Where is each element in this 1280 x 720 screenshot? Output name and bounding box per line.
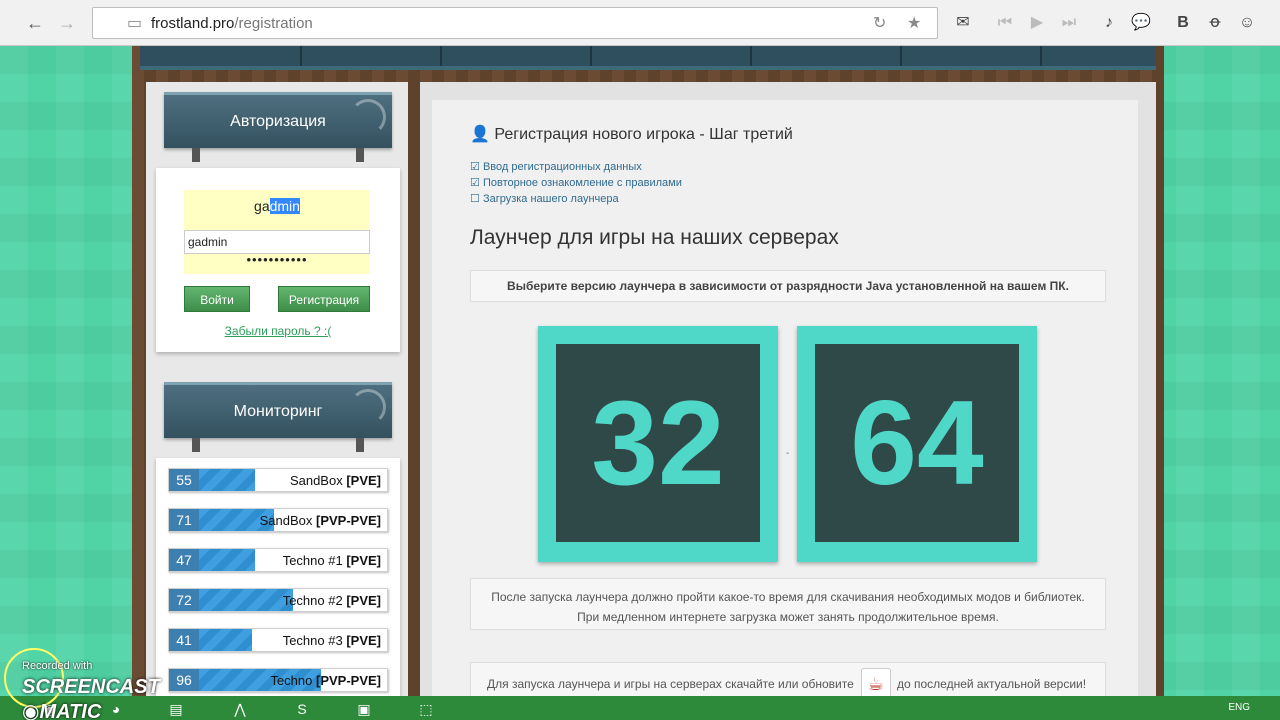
vk-icon[interactable]: B [1170, 10, 1196, 36]
back-arrow-icon[interactable]: ← [22, 10, 48, 36]
server-name: SandBox [PVP-PVE] [259, 513, 381, 528]
user-icon: 👤 [470, 126, 490, 143]
chat-icon[interactable]: 💬 [1128, 10, 1154, 36]
auth-header: Авторизация [164, 92, 392, 162]
address-url: frostland.pro/registration [151, 15, 313, 32]
login-panel: gadmin gadmin ••••••••••• Войти Регистра… [156, 168, 400, 352]
mail-icon[interactable]: ✉ [950, 10, 976, 36]
launcher-64-button[interactable]: 64 [797, 326, 1037, 562]
launcher-64-label: 64 [815, 344, 1019, 542]
checkbox-checked-icon: ☑ [470, 161, 480, 173]
monitoring-title: Мониторинг [233, 403, 323, 420]
skype-icon[interactable]: S [282, 698, 322, 720]
login-form: gadmin gadmin ••••••••••• [184, 190, 370, 274]
reload-icon[interactable]: ↻ [873, 13, 886, 33]
launcher-heading: Лаунчер для игры на наших серверах [470, 226, 839, 249]
server-online-count: 55 [169, 469, 199, 491]
tiles-separator: - [786, 448, 790, 459]
server-load-bar [199, 549, 255, 571]
server-online-count: 71 [169, 509, 199, 531]
server-online-count: 72 [169, 589, 199, 611]
screen-capture-icon[interactable]: ⬚ [406, 698, 446, 720]
music-icon[interactable]: ♪ [1096, 10, 1122, 36]
language-indicator[interactable]: ENG [1228, 702, 1250, 713]
register-button[interactable]: Регистрация [278, 286, 370, 312]
java-notice: Выберите версию лаунчера в зависимости о… [470, 270, 1106, 302]
friends-icon[interactable]: ☺ [1234, 10, 1260, 36]
autocomplete-suggestion[interactable]: gadmin [184, 230, 370, 254]
step-item-3: ☐ Загрузка нашего лаунчера [470, 193, 619, 205]
server-name: Techno #2 [PVE] [282, 593, 381, 608]
monitoring-header: Мониторинг [164, 382, 392, 452]
content-card: 👤 Регистрация нового игрока - Шаг третий… [432, 100, 1138, 702]
play-icon[interactable]: ▶ [1024, 10, 1050, 36]
signal-arc-icon [350, 99, 386, 135]
prev-track-icon[interactable]: ⏮ [992, 10, 1018, 36]
launcher-32-button[interactable]: 32 [538, 326, 778, 562]
server-row: 55 SandBox [PVE] [168, 468, 388, 492]
login-button[interactable]: Войти [184, 286, 250, 312]
checkbox-checked-icon: ☑ [470, 177, 480, 189]
odnoklassniki-icon[interactable]: ꝋ [1202, 10, 1228, 36]
server-load-bar [199, 469, 255, 491]
server-load-bar [199, 589, 293, 611]
java-icon[interactable]: ☕ [861, 668, 891, 698]
signal-arc-icon [350, 389, 386, 425]
browser-toolbar: ← → ⚙ ▭ frostland.pro/registration ↻ ★ ✉… [0, 0, 1280, 46]
server-name: Techno #3 [PVE] [282, 633, 381, 648]
launcher-32-label: 32 [556, 344, 760, 542]
server-online-count: 47 [169, 549, 199, 571]
login-input[interactable]: gadmin [184, 198, 370, 214]
next-track-icon[interactable]: ⏭ [1056, 10, 1082, 36]
frame-top-bar [140, 46, 1156, 70]
server-name: Techno [PVP-PVE] [270, 673, 381, 688]
step-item-2: ☑ Повторное ознакомление с правилами [470, 177, 682, 189]
address-bar[interactable]: ▭ frostland.pro/registration ↻ ★ [92, 7, 938, 39]
auth-title: Авторизация [230, 113, 326, 130]
server-row: 47 Techno #1 [PVE] [168, 548, 388, 572]
forgot-password-link[interactable]: Забыли пароль ? :( [156, 324, 400, 338]
server-row: 71 SandBox [PVP-PVE] [168, 508, 388, 532]
step-item-1: ☑ Ввод регистрационных данных [470, 161, 642, 173]
screencast-watermark: Recorded with SCREENCAST ◉MATIC [4, 648, 234, 720]
checkbox-unchecked-icon: ☐ [470, 193, 480, 205]
server-name: SandBox [PVE] [289, 473, 381, 488]
star-icon[interactable]: ★ [907, 13, 921, 33]
server-row: 72 Techno #2 [PVE] [168, 588, 388, 612]
server-name: Techno #1 [PVE] [282, 553, 381, 568]
forward-arrow-icon[interactable]: → [54, 10, 80, 36]
minecraft-icon[interactable]: ▣ [344, 698, 384, 720]
launcher-info: После запуска лаунчера должно пройти как… [470, 578, 1106, 630]
password-input[interactable]: ••••••••••• [184, 252, 370, 267]
main-area: 👤 Регистрация нового игрока - Шаг третий… [420, 82, 1156, 702]
sidebar: Авторизация gadmin gadmin ••••••••••• Во… [146, 82, 408, 696]
page-title: 👤 Регистрация нового игрока - Шаг третий [470, 126, 793, 143]
page-icon: ▭ [127, 15, 143, 32]
